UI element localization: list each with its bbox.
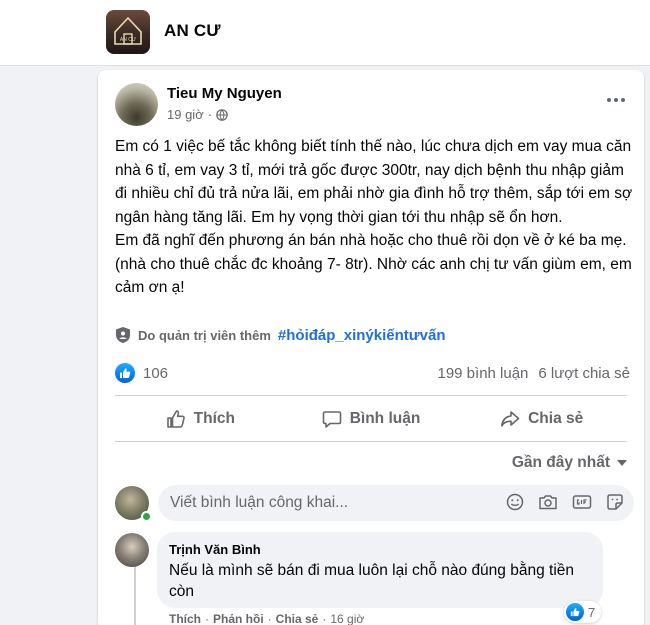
dot-icon [614,98,618,102]
dot-icon [621,98,625,102]
commenter-avatar[interactable] [115,533,149,567]
dot-separator: · [267,612,272,625]
like-button-label: Thích [193,410,235,427]
post-paragraph-1: Em có 1 việc bế tắc không biết tính thế … [115,138,633,226]
divider [115,441,627,442]
comment-actions: Thích · Phản hồi · Chia sẻ · 16 giờ [169,612,364,625]
dot-separator: · [205,612,209,625]
comment-text: Nếu là mình sẽ bán đi mua luôn lại chỗ n… [169,562,575,600]
reply-thread-line [134,558,136,625]
emoji-icon[interactable] [506,493,524,511]
author-avatar[interactable] [115,83,158,126]
comment-sort-dropdown[interactable]: Gần đây nhất [512,454,628,472]
globe-icon [216,108,228,121]
comment-placeholder: Viết bình luận công khai... [170,494,349,511]
post-body: Em có 1 việc bế tắc không biết tính thế … [115,135,635,300]
post-author[interactable]: Tieu My Nguyen [167,85,282,102]
comment-reaction-count[interactable]: 7 [564,601,602,623]
admin-label: Do quản trị viên thêm [138,327,271,343]
caret-down-icon [617,460,627,466]
commenter-name[interactable]: Trịnh Văn Bình [169,542,261,557]
comment-button[interactable]: Bình luận [286,403,457,435]
engagement-counts: 199 bình luận 6 lượt chia sẻ [437,365,630,382]
group-logo[interactable]: AN CƯ [106,10,150,54]
comment-count-link[interactable]: 199 bình luận [437,365,528,382]
shield-icon [116,327,130,343]
sort-label: Gần đây nhất [511,454,610,471]
share-arrow-icon [501,411,520,427]
admin-topic-tag: Do quản trị viên thêm #hỏiđáp_xinýkiếntư… [115,326,445,344]
divider [115,395,627,396]
comment-share-link[interactable]: Chia sẻ [276,612,319,625]
gif-icon[interactable] [572,493,592,511]
camera-icon[interactable] [538,493,558,511]
house-logo-icon: AN CƯ [114,16,142,45]
dot-icon [607,98,611,102]
like-button[interactable]: Thích [115,403,286,435]
topic-hashtag[interactable]: #hỏiđáp_xinýkiếntưvấn [278,327,446,344]
post-card: Tieu My Nguyen 19 giờ · Em có 1 việc bế … [98,70,644,625]
comment-time[interactable]: 16 giờ [330,612,364,625]
comment-like-count: 7 [588,604,596,620]
share-button[interactable]: Chia sẻ [456,403,627,435]
thumbs-up-icon [166,410,185,428]
more-options-button[interactable] [602,90,630,110]
sticker-icon[interactable] [606,493,624,511]
like-reaction-icon [566,603,584,621]
share-button-label: Chia sẻ [528,410,584,427]
comment-button-label: Bình luận [349,410,421,427]
group-name[interactable]: AN CƯ [164,21,221,41]
like-count: 106 [143,364,169,382]
post-actions: Thích Bình luận Chia sẻ [115,403,627,435]
post-paragraph-2: Em đã nghĩ đến phương án bán nhà hoặc ch… [115,232,632,296]
comment-input[interactable]: Viết bình luận công khai... [158,485,634,521]
group-header: AN CƯ AN CƯ [0,0,650,66]
dot-separator: · [322,612,327,625]
like-reaction-icon [115,363,135,383]
comment-reply-link[interactable]: Phản hồi [213,612,264,625]
comment-like-link[interactable]: Thích [169,612,201,625]
comment-bubble: Trịnh Văn Bình Nếu là mình sẽ bán đi mua… [157,532,603,608]
online-status-dot [141,511,152,522]
post-meta: 19 giờ · [167,107,228,122]
post-time[interactable]: 19 giờ [167,107,204,122]
share-count-link[interactable]: 6 lượt chia sẻ [538,365,630,382]
meta-separator: · [207,107,213,122]
composer-tools [506,493,624,511]
reaction-summary[interactable]: 106 [115,363,168,383]
logo-text: AN CƯ [120,37,137,43]
comment-icon [322,411,342,428]
